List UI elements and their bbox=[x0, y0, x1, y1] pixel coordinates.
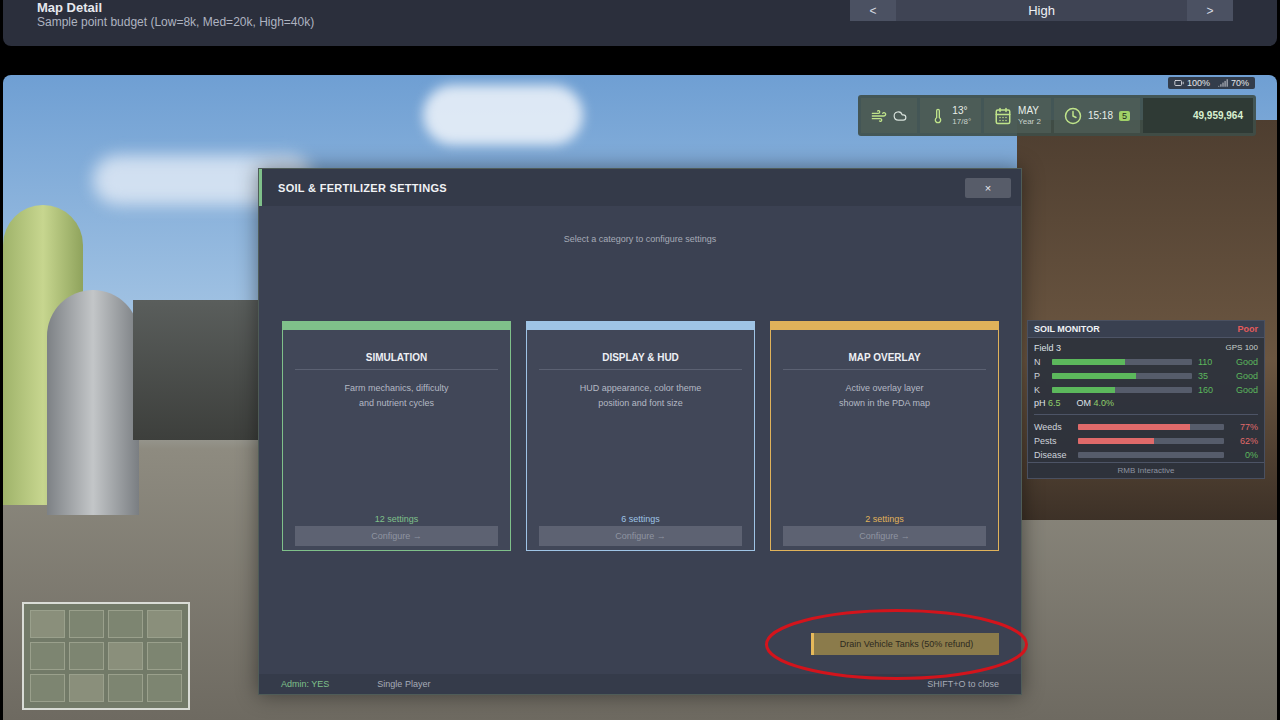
card-description: HUD appearance, color themeposition and … bbox=[580, 381, 702, 411]
action-row: Drain Vehicle Tanks (50% refund) bbox=[259, 633, 1021, 655]
category-card[interactable]: SIMULATION Farm mechanics, difficultyand … bbox=[282, 321, 511, 551]
map-field bbox=[69, 674, 104, 702]
settings-dialog: SOIL & FERTILIZER SETTINGS × Select a cate… bbox=[258, 168, 1022, 695]
monitor-header: SOIL MONITOR Poor bbox=[1028, 321, 1264, 338]
configure-button[interactable]: Configure → bbox=[295, 526, 498, 546]
threat-bar bbox=[1078, 438, 1224, 444]
clock: 15:185 bbox=[1054, 98, 1140, 133]
game-mode: Single Player bbox=[377, 679, 430, 689]
dialog-subtitle: Select a category to configure settings bbox=[259, 234, 1021, 244]
map-field bbox=[108, 642, 143, 670]
close-hint: SHIFT+O to close bbox=[927, 679, 999, 689]
card-title: MAP OVERLAY bbox=[783, 352, 986, 370]
shed bbox=[133, 300, 263, 440]
game-view: 100% 70% 13°17/8°MAYYear 215:18549,959,964… bbox=[3, 75, 1277, 720]
drain-tanks-button[interactable]: Drain Vehicle Tanks (50% refund) bbox=[811, 633, 999, 655]
sky-cloud bbox=[423, 85, 583, 145]
map-field bbox=[147, 642, 182, 670]
weather bbox=[861, 98, 917, 133]
status-item: 70% bbox=[1218, 78, 1249, 88]
battery-icon bbox=[1174, 78, 1184, 88]
signal-icon bbox=[1218, 78, 1228, 88]
monitor-footer: RMB Interactive bbox=[1028, 462, 1264, 478]
card-count: 12 settings bbox=[375, 514, 419, 524]
threat-bar bbox=[1078, 452, 1224, 458]
soil-monitor: SOIL MONITOR Poor Field 3GPS 100 N110Good P3… bbox=[1027, 320, 1265, 479]
map-field bbox=[69, 642, 104, 670]
device-status: 100% 70% bbox=[1168, 77, 1255, 89]
threat-row: Weeds77% bbox=[1034, 421, 1258, 432]
date: MAYYear 2 bbox=[984, 98, 1051, 133]
nutrient-row: N110Good bbox=[1034, 356, 1258, 367]
screen: Map DetailSample point budget (Low=8k, M… bbox=[0, 0, 1280, 720]
map-field bbox=[69, 610, 104, 638]
next-button[interactable]: > bbox=[1187, 0, 1233, 21]
nutrient-bar bbox=[1052, 359, 1192, 365]
card-description: Farm mechanics, difficultyand nutrient c… bbox=[345, 381, 449, 411]
time-scale: 5 bbox=[1119, 111, 1130, 121]
dialog-header: SOIL & FERTILIZER SETTINGS × bbox=[259, 169, 1021, 206]
wind-icon bbox=[871, 108, 887, 124]
setting-title: Map Detail bbox=[37, 1, 314, 15]
threat-row: Pests62% bbox=[1034, 435, 1258, 446]
card-title: DISPLAY & HUD bbox=[539, 352, 742, 370]
threat-row: Disease0% bbox=[1034, 449, 1258, 460]
map-field bbox=[30, 610, 65, 638]
minimap[interactable] bbox=[22, 602, 190, 710]
setting-description: Sample point budget (Low=8k, Med=20k, Hi… bbox=[37, 15, 314, 30]
settings-row: Map DetailSample point budget (Low=8k, M… bbox=[3, 0, 1277, 46]
category-cards: SIMULATION Farm mechanics, difficultyand … bbox=[259, 321, 1021, 551]
map-field bbox=[30, 642, 65, 670]
setting-text: Map DetailSample point budget (Low=8k, M… bbox=[37, 0, 314, 30]
value-selector[interactable]: <High> bbox=[850, 0, 1233, 21]
field-row: Field 3GPS 100 bbox=[1034, 342, 1258, 353]
nutrient-row: K160Good bbox=[1034, 384, 1258, 395]
cloud-icon bbox=[893, 109, 907, 123]
card-title: SIMULATION bbox=[295, 352, 498, 370]
card-description: Active overlay layershown in the PDA map bbox=[839, 381, 930, 411]
money: 49,959,964 bbox=[1143, 98, 1253, 133]
thermometer-icon bbox=[930, 108, 946, 124]
temperature: 13°17/8° bbox=[920, 98, 981, 133]
category-card[interactable]: DISPLAY & HUD HUD appearance, color theme… bbox=[526, 321, 755, 551]
calendar-icon bbox=[994, 107, 1012, 125]
map-field bbox=[108, 610, 143, 638]
nutrient-bar bbox=[1052, 387, 1192, 393]
map-field bbox=[108, 674, 143, 702]
card-count: 2 settings bbox=[865, 514, 904, 524]
admin-status: Admin: YES bbox=[281, 679, 329, 689]
close-button[interactable]: × bbox=[965, 178, 1011, 198]
ph-row: pH 6.5OM 4.0% bbox=[1034, 398, 1258, 408]
prev-button[interactable]: < bbox=[850, 0, 896, 21]
selector-value: High bbox=[896, 0, 1187, 21]
card-count: 6 settings bbox=[621, 514, 660, 524]
configure-button[interactable]: Configure → bbox=[539, 526, 742, 546]
grey-silo bbox=[47, 290, 139, 515]
map-field bbox=[30, 674, 65, 702]
soil-rating: Poor bbox=[1237, 324, 1258, 334]
status-item: 100% bbox=[1174, 78, 1210, 88]
category-card[interactable]: MAP OVERLAY Active overlay layershown in … bbox=[770, 321, 999, 551]
highlight-circle-icon bbox=[764, 608, 1029, 681]
dialog-footer: Admin: YES Single Player SHIFT+O to close bbox=[259, 674, 1021, 694]
map-field bbox=[147, 610, 182, 638]
monitor-title: SOIL MONITOR bbox=[1034, 324, 1100, 334]
configure-button[interactable]: Configure → bbox=[783, 526, 986, 546]
nutrient-row: P35Good bbox=[1034, 370, 1258, 381]
map-field bbox=[147, 674, 182, 702]
nutrient-bar bbox=[1052, 373, 1192, 379]
dialog-title: SOIL & FERTILIZER SETTINGS bbox=[278, 182, 447, 194]
clock-icon bbox=[1064, 107, 1082, 125]
threat-bar bbox=[1078, 424, 1224, 430]
game-hud: 13°17/8°MAYYear 215:18549,959,964 bbox=[858, 95, 1256, 136]
